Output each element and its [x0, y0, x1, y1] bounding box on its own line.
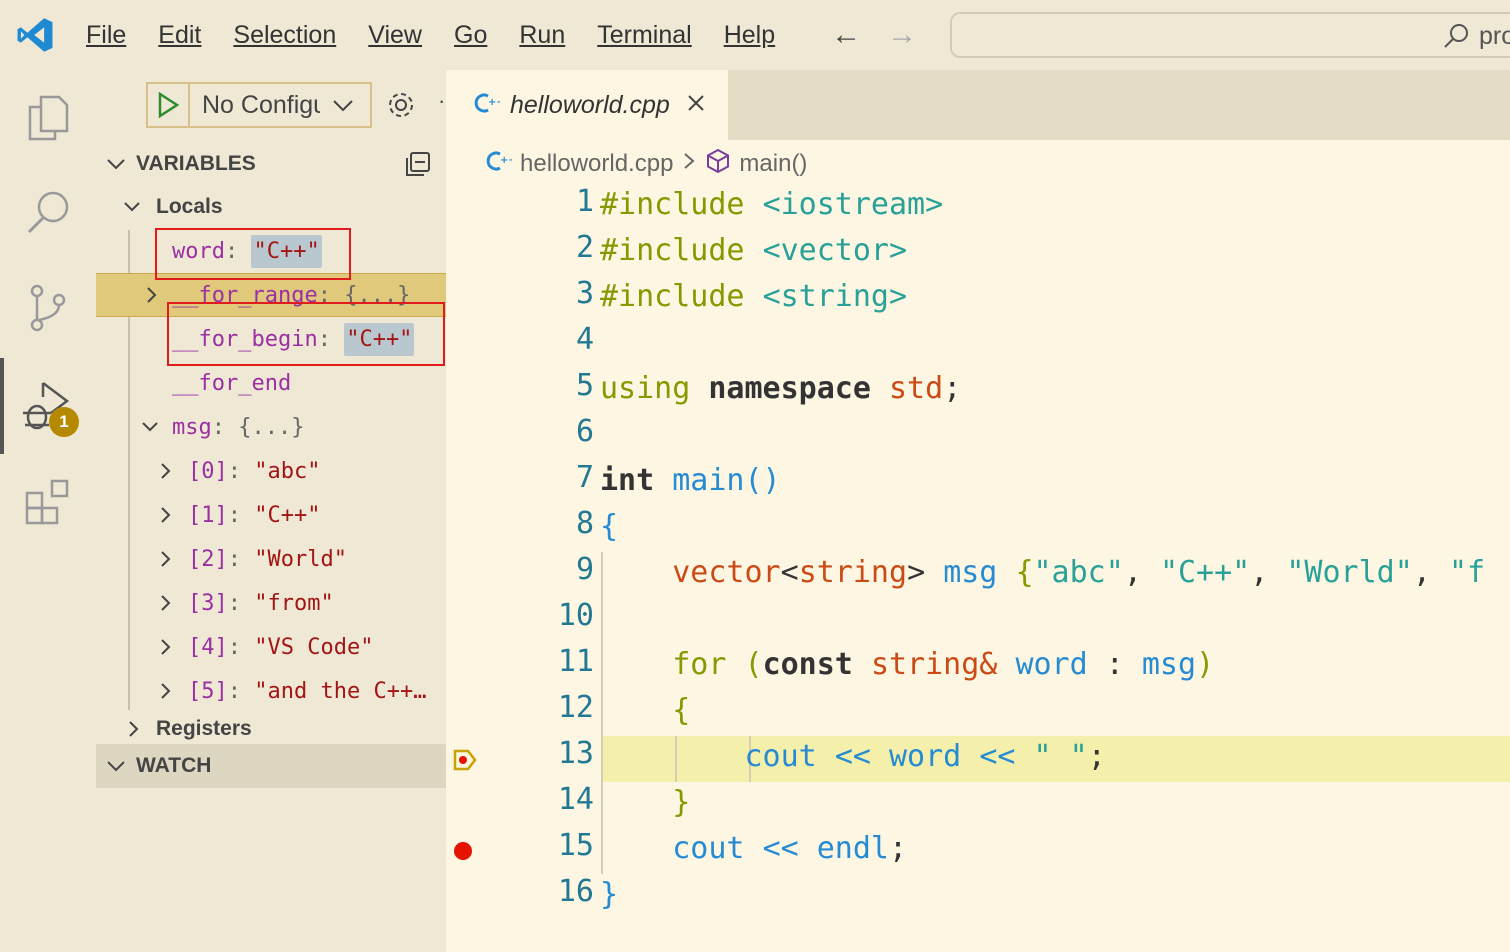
code-line-current: 13 cout << word << " ";: [557, 736, 1106, 774]
breadcrumb-symbol[interactable]: main(): [739, 150, 807, 178]
menu-go[interactable]: Go: [438, 0, 503, 70]
menu-file[interactable]: File: [70, 0, 142, 70]
explorer-icon[interactable]: [0, 72, 96, 164]
more-actions-icon[interactable]: ·: [438, 88, 445, 114]
debug-sidebar: No Configurations · VARIABLES Locals wor…: [96, 70, 446, 952]
breadcrumb: ++ helloworld.cpp main(): [486, 142, 807, 186]
code-line: 1 #include <iostream>: [575, 184, 944, 222]
svg-text:++: ++: [500, 155, 512, 166]
code-line: 16}: [557, 874, 619, 912]
code-line: 7 int main(): [575, 460, 781, 498]
chevron-down-icon: [120, 197, 144, 217]
start-debugging-icon[interactable]: [148, 84, 190, 126]
locals-scope[interactable]: Locals: [96, 185, 446, 229]
variables-title: VARIABLES: [136, 152, 256, 175]
registers-scope[interactable]: Registers: [96, 714, 446, 744]
extensions-icon[interactable]: [0, 456, 96, 548]
chevron-right-icon: [154, 681, 178, 701]
menu-bar: File Edit Selection View Go Run Terminal…: [70, 0, 791, 70]
menu-selection[interactable]: Selection: [217, 0, 352, 70]
variable-row[interactable]: __for_end: [96, 361, 446, 405]
run-and-debug-icon[interactable]: [0, 360, 96, 452]
run-configuration-dropdown[interactable]: No Configurations: [146, 82, 372, 128]
search-icon: [1442, 22, 1470, 55]
tab-helloworld-cpp[interactable]: ++ helloworld.cpp: [446, 70, 728, 140]
menu-help[interactable]: Help: [708, 0, 791, 70]
chevron-right-icon: [154, 549, 178, 569]
list-item[interactable]: [4]: "VS Code": [96, 625, 446, 669]
code-line: 9 vector<string> msg {"abc", "C++", "Wor…: [575, 552, 1486, 590]
list-item[interactable]: [1]: "C++": [96, 493, 446, 537]
vscode-logo-icon: [0, 0, 70, 70]
command-center-search[interactable]: pro: [950, 12, 1510, 58]
search-view-icon[interactable]: [0, 166, 96, 258]
list-item[interactable]: [2]: "World": [96, 537, 446, 581]
back-arrow-icon[interactable]: ←: [831, 18, 861, 52]
chevron-down-icon: [138, 417, 162, 437]
code-line: 4: [575, 322, 594, 357]
list-item[interactable]: [5]: "and the C++…: [96, 669, 446, 713]
configuration-label: No Configurations: [202, 90, 320, 119]
list-item[interactable]: [3]: "from": [96, 581, 446, 625]
source-control-icon[interactable]: [0, 262, 96, 354]
chevron-down-icon: [96, 755, 136, 777]
debug-stack-frame-icon[interactable]: [452, 747, 478, 778]
editor-tab-bar: ++ helloworld.cpp: [446, 70, 1510, 140]
watch-section-header[interactable]: WATCH: [96, 744, 446, 788]
code-line: 3 #include <string>: [575, 276, 908, 314]
debug-badge: 1: [49, 407, 79, 437]
code-line: 15 cout << endl;: [557, 828, 908, 866]
chevron-right-icon: [681, 150, 697, 179]
chevron-down-icon: [332, 92, 354, 123]
annotation-box: [167, 302, 445, 366]
chevron-down-icon: [96, 153, 136, 175]
watch-title: WATCH: [136, 754, 212, 777]
variable-row[interactable]: msg: {...}: [96, 405, 446, 449]
chevron-right-icon: [154, 505, 178, 525]
locals-label: Locals: [156, 195, 223, 218]
svg-text:++: ++: [488, 97, 500, 108]
title-bar: File Edit Selection View Go Run Terminal…: [0, 0, 1510, 70]
list-item[interactable]: [0]: "abc": [96, 449, 446, 493]
annotation-box: [155, 228, 351, 280]
forward-arrow-icon[interactable]: →: [887, 18, 917, 52]
menu-terminal[interactable]: Terminal: [581, 0, 707, 70]
code-line: 11 for (const string& word : msg): [557, 644, 1215, 682]
menu-view[interactable]: View: [352, 0, 438, 70]
cpp-file-icon: ++: [474, 91, 505, 120]
code-line: 12 {: [557, 690, 691, 728]
menu-run[interactable]: Run: [503, 0, 581, 70]
variables-section-header[interactable]: VARIABLES: [96, 142, 446, 186]
code-line: 8{: [575, 506, 619, 544]
chevron-right-icon: [154, 461, 178, 481]
code-line: 14 }: [557, 782, 691, 820]
close-icon[interactable]: [686, 93, 706, 118]
chevron-right-icon: [154, 593, 178, 613]
chevron-right-icon: [140, 285, 164, 305]
code-line: 5 using namespace std;: [575, 368, 962, 406]
breadcrumb-file[interactable]: helloworld.cpp: [520, 150, 673, 178]
chevron-right-icon: [154, 637, 178, 657]
cpp-file-icon: ++: [486, 149, 517, 180]
gear-icon[interactable]: [386, 90, 416, 125]
chevron-right-icon: [122, 719, 146, 739]
debug-toolbar: No Configurations ·: [96, 70, 446, 140]
code-line: 10: [557, 598, 594, 633]
code-line: 2 #include <vector>: [575, 230, 908, 268]
breakpoint-icon[interactable]: [454, 842, 472, 860]
symbol-method-icon: [705, 148, 731, 181]
collapse-all-icon[interactable]: [404, 150, 432, 184]
tab-label: helloworld.cpp: [510, 90, 670, 119]
search-text: pro: [1479, 22, 1510, 50]
code-line: 6: [575, 414, 594, 449]
menu-edit[interactable]: Edit: [142, 0, 217, 70]
activity-bar: 1: [0, 70, 96, 952]
registers-label: Registers: [156, 717, 252, 740]
